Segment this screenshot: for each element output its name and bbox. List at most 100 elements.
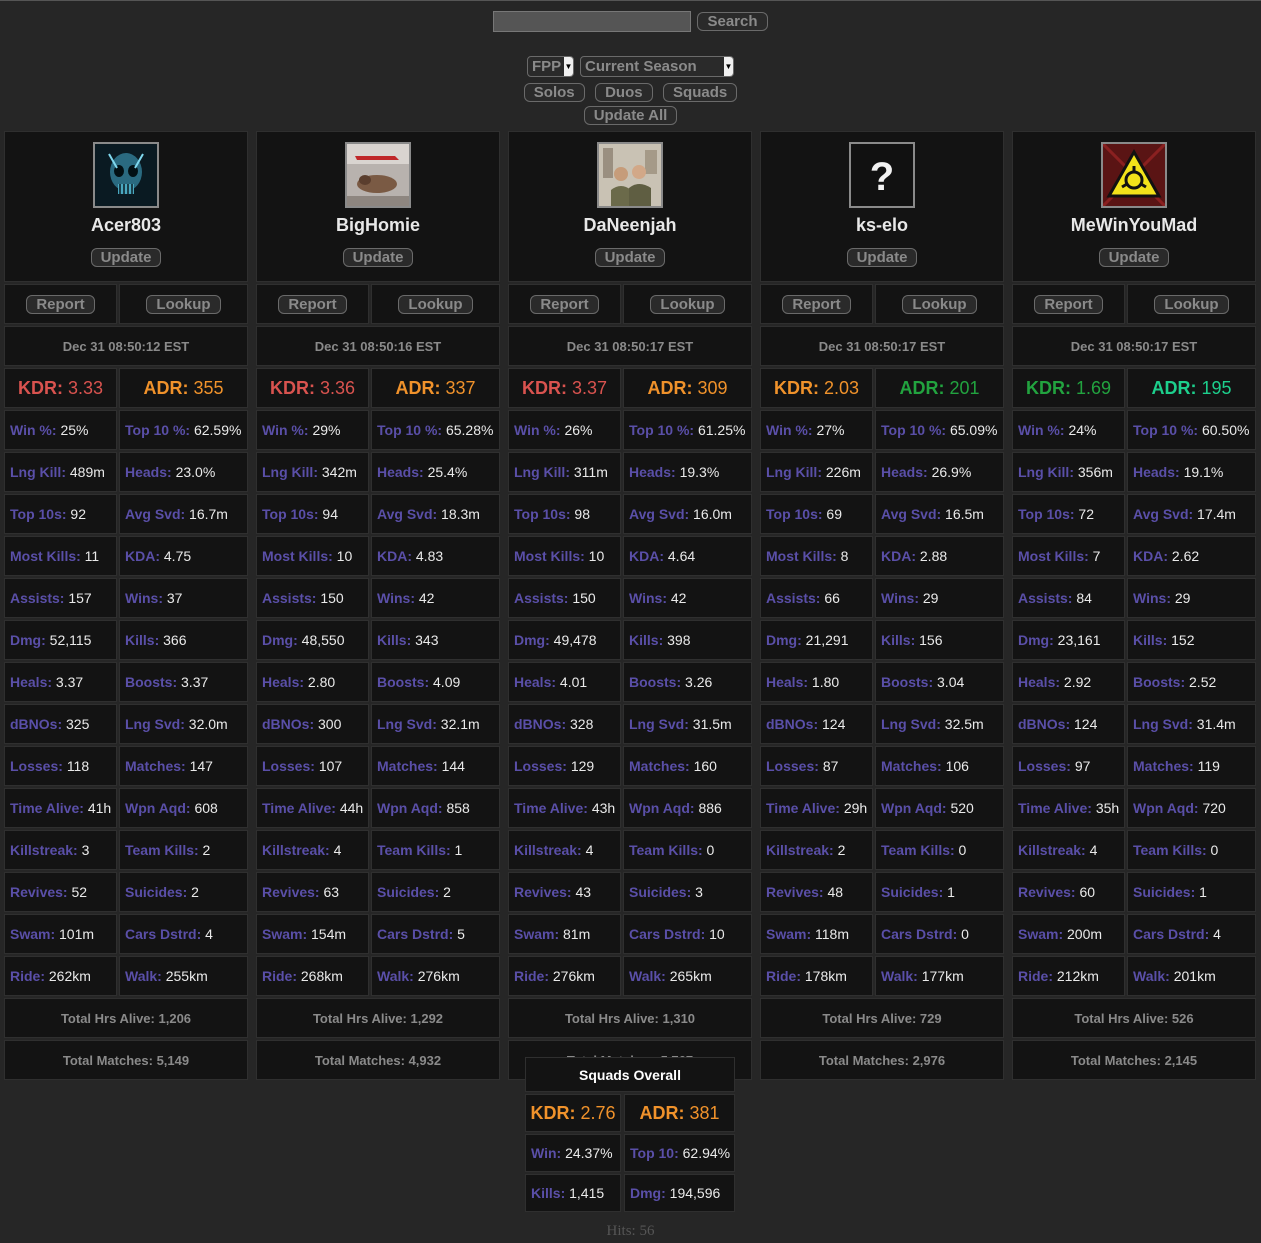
stat-label: Dmg: xyxy=(514,632,550,648)
stat-label: KDA: xyxy=(1133,548,1168,564)
search-input[interactable] xyxy=(493,11,692,32)
squads-button[interactable]: Squads xyxy=(663,83,738,102)
stat-label: Dmg: xyxy=(262,632,298,648)
adr-cell: ADR: 337 xyxy=(371,368,500,408)
stat-row: Losses: 129 Matches: 160 xyxy=(508,746,752,786)
stat-value: 129 xyxy=(570,758,595,774)
stat-most-kills: Most Kills: 11 xyxy=(4,536,117,576)
season-select[interactable]: Current Season ▼ xyxy=(580,56,734,77)
stat-label: Top 10 %: xyxy=(881,422,947,438)
adr-value: ADR: 309 xyxy=(647,377,728,398)
stat-killstreak: Killstreak: 4 xyxy=(1012,830,1125,870)
player-column-bighomie: BigHomie Update Report Lookup Dec 31 08:… xyxy=(256,131,500,1080)
stat-label: Ride: xyxy=(766,968,801,984)
stat-kills: Kills: 366 xyxy=(119,620,248,660)
stat-heals: Heals: 4.01 xyxy=(508,662,621,702)
report-button[interactable]: Report xyxy=(530,294,599,314)
stat-label: Avg Svd: xyxy=(125,506,186,522)
duos-button[interactable]: Duos xyxy=(595,83,653,102)
update-button[interactable]: Update xyxy=(594,248,666,267)
stat-label: Time Alive: xyxy=(10,800,84,816)
stat-time-alive: Time Alive: 35h xyxy=(1012,788,1125,828)
stat-row: Most Kills: 7 KDA: 2.62 xyxy=(1012,536,1256,576)
stat-value: 212km xyxy=(1056,968,1099,984)
update-button[interactable]: Update xyxy=(846,248,918,267)
stat-most-kills: Most Kills: 8 xyxy=(760,536,873,576)
stat-value: 2.62 xyxy=(1171,548,1200,564)
stat-label: Ride: xyxy=(10,968,45,984)
lookup-button[interactable]: Lookup xyxy=(1154,294,1229,314)
squads-overall-panel: Squads Overall KDR: 2.76 ADR: 381 Win: 2… xyxy=(525,1057,735,1212)
stat-value: 26% xyxy=(564,422,593,438)
stat-killstreak: Killstreak: 2 xyxy=(760,830,873,870)
player-name: DaNeenjah xyxy=(583,215,677,235)
stat-dbnos: dBNOs: 124 xyxy=(1012,704,1125,744)
stat-value: 3 xyxy=(695,884,703,900)
stat-label: Most Kills: xyxy=(514,548,585,564)
report-button[interactable]: Report xyxy=(278,294,347,314)
stat-value: 27% xyxy=(816,422,845,438)
stat-row: Dmg: 49,478 Kills: 398 xyxy=(508,620,752,660)
stat-wins: Wins: 29 xyxy=(1127,578,1256,618)
stat-row: Swam: 154m Cars Dstrd: 5 xyxy=(256,914,500,954)
stat-win: Win %: 24% xyxy=(1012,410,1125,450)
lookup-button[interactable]: Lookup xyxy=(398,294,473,314)
update-all-button[interactable]: Update All xyxy=(583,106,678,125)
stat-walk: Walk: 276km xyxy=(371,956,500,996)
stat-label: Walk: xyxy=(629,968,666,984)
stat-label: Revives: xyxy=(766,884,824,900)
stat-wpn-aqd: Wpn Aqd: 886 xyxy=(623,788,752,828)
stat-wpn-aqd: Wpn Aqd: 720 xyxy=(1127,788,1256,828)
stat-label: Top 10s: xyxy=(262,506,319,522)
stat-label: Most Kills: xyxy=(10,548,81,564)
stat-value: 2 xyxy=(837,842,846,858)
search-button[interactable]: Search xyxy=(697,12,768,31)
stat-row: dBNOs: 300 Lng Svd: 32.1m xyxy=(256,704,500,744)
stat-value: 19.1% xyxy=(1183,464,1224,480)
total-hrs-alive: Total Hrs Alive: 1,310 xyxy=(508,998,752,1038)
update-button[interactable]: Update xyxy=(1098,248,1170,267)
stat-boosts: Boosts: 3.26 xyxy=(623,662,752,702)
update-button[interactable]: Update xyxy=(90,248,162,267)
lookup-button[interactable]: Lookup xyxy=(146,294,221,314)
stat-team-kills: Team Kills: 1 xyxy=(371,830,500,870)
player-header: MeWinYouMad Update xyxy=(1012,131,1256,282)
stat-wpn-aqd: Wpn Aqd: 608 xyxy=(119,788,248,828)
stat-label: Lng Kill: xyxy=(514,464,570,480)
stat-value: 276km xyxy=(417,968,460,984)
stat-wpn-aqd: Wpn Aqd: 858 xyxy=(371,788,500,828)
stat-walk: Walk: 265km xyxy=(623,956,752,996)
stat-label: Killstreak: xyxy=(514,842,582,858)
stat-label: Most Kills: xyxy=(262,548,333,564)
stat-walk: Walk: 177km xyxy=(875,956,1004,996)
perspective-select[interactable]: FPP ▼ xyxy=(527,56,574,77)
stat-swam: Swam: 101m xyxy=(4,914,117,954)
update-button[interactable]: Update xyxy=(342,248,414,267)
stat-row: Heals: 3.37 Boosts: 3.37 xyxy=(4,662,248,702)
stat-row: Win %: 26% Top 10 %: 61.25% xyxy=(508,410,752,450)
stat-value: 276km xyxy=(552,968,595,984)
stat-value: 0 xyxy=(1210,842,1219,858)
stat-label: Lng Svd: xyxy=(881,716,941,732)
stat-value: 118m xyxy=(815,926,849,942)
solos-button[interactable]: Solos xyxy=(523,83,585,102)
stat-row: Win %: 25% Top 10 %: 62.59% xyxy=(4,410,248,450)
stat-row: dBNOs: 325 Lng Svd: 32.0m xyxy=(4,704,248,744)
report-button[interactable]: Report xyxy=(1034,294,1103,314)
report-button[interactable]: Report xyxy=(782,294,851,314)
report-button[interactable]: Report xyxy=(26,294,95,314)
stat-heads: Heads: 19.3% xyxy=(623,452,752,492)
stat-row: Ride: 212km Walk: 201km xyxy=(1012,956,1256,996)
overall-kills: Kills: 1,415 xyxy=(525,1174,621,1212)
stat-row: Win %: 24% Top 10 %: 60.50% xyxy=(1012,410,1256,450)
stat-value: 92 xyxy=(70,506,86,522)
stat-label: Losses: xyxy=(514,758,567,774)
stat-value: 23.0% xyxy=(175,464,216,480)
player-column-daneenjah: DaNeenjah Update Report Lookup Dec 31 08… xyxy=(508,131,752,1080)
stat-value: 2.92 xyxy=(1063,674,1092,690)
lookup-button[interactable]: Lookup xyxy=(902,294,977,314)
lookup-button[interactable]: Lookup xyxy=(650,294,725,314)
stat-win: Win %: 25% xyxy=(4,410,117,450)
stat-row: Ride: 262km Walk: 255km xyxy=(4,956,248,996)
stat-row: Swam: 118m Cars Dstrd: 0 xyxy=(760,914,1004,954)
